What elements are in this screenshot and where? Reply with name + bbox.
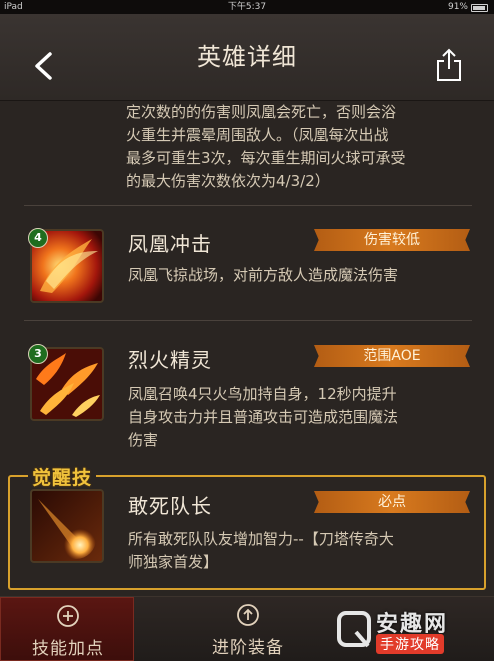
tab-label: 技能加点 — [32, 639, 104, 659]
clock: 下午5:37 — [227, 2, 267, 12]
skill-description: 所有敢死队队友增加智力--【刀塔传奇大 师独家首发】 — [128, 528, 473, 574]
desc-line: 伤害 — [128, 431, 159, 449]
arrow-up-circle-icon — [237, 604, 259, 626]
intro-line: 定次数的的伤害则凤凰会死亡，否则会浴 — [126, 103, 397, 121]
intro-line: 火重生并震晕周围敌人。（凤凰每次出战 — [126, 126, 389, 144]
plus-circle-icon — [57, 605, 79, 627]
page-title: 英雄详细 — [197, 43, 297, 71]
skill-name: 烈火精灵 — [128, 348, 212, 372]
skill-description: 凤凰召唤4只火鸟加持自身，12秒内提升 自身攻击力并且普通攻击可造成范围魔法 伤… — [128, 383, 473, 452]
desc-line: 师独家首发】 — [128, 553, 219, 571]
desc-line: 凤凰飞掠战场，对前方敌人造成魔法伤害 — [128, 266, 399, 284]
watermark-logo-icon — [337, 611, 371, 648]
desc-line: 自身攻击力并且普通攻击可造成范围魔法 — [128, 408, 399, 426]
watermark-subtext: 手游攻略 — [376, 634, 444, 654]
tab-skill-points[interactable]: 技能加点 — [0, 597, 134, 661]
skill-level-badge: 4 — [28, 228, 48, 248]
tab-label: 进阶装备 — [212, 638, 284, 658]
site-watermark: 安趣网 手游攻略 — [336, 604, 486, 658]
share-icon[interactable] — [434, 47, 464, 83]
skill-name: 敢死队长 — [128, 494, 212, 518]
skill-list[interactable]: 定次数的的伤害则凤凰会死亡，否则会浴 火重生并震晕周围敌人。（凤凰每次出战 最多… — [0, 101, 494, 596]
status-bar: iPad 下午5:37 91% — [0, 0, 494, 14]
skill-name: 凤凰冲击 — [128, 232, 212, 256]
battery-percent: 91% — [447, 2, 468, 12]
skill-tag: 范围AOE — [314, 345, 470, 367]
meteor-icon — [30, 489, 104, 563]
nav-bar: 英雄详细 — [0, 14, 494, 101]
desc-line: 凤凰召唤4只火鸟加持自身，12秒内提升 — [128, 385, 397, 403]
skill-tag: 伤害较低 — [314, 229, 470, 251]
skill-description: 凤凰飞掠战场，对前方敌人造成魔法伤害 — [128, 264, 473, 287]
intro-line: 最多可重生3次，每次重生期间火球可承受 — [126, 149, 406, 167]
divider — [24, 320, 472, 321]
divider — [24, 205, 472, 206]
intro-line: 的最大伤害次数依次为4/3/2） — [126, 172, 330, 190]
tab-advanced-gear[interactable]: 进阶装备 — [181, 597, 315, 661]
battery-icon — [471, 4, 488, 12]
desc-line: 所有敢死队队友增加智力--【刀塔传奇大 — [128, 530, 394, 548]
skill-tag: 必点 — [314, 491, 470, 513]
skill-level-badge: 3 — [28, 344, 48, 364]
awaken-label: 觉醒技 — [28, 463, 97, 490]
skill-intro-text: 定次数的的伤害则凤凰会死亡，否则会浴 火重生并震晕周围敌人。（凤凰每次出战 最多… — [126, 101, 471, 193]
